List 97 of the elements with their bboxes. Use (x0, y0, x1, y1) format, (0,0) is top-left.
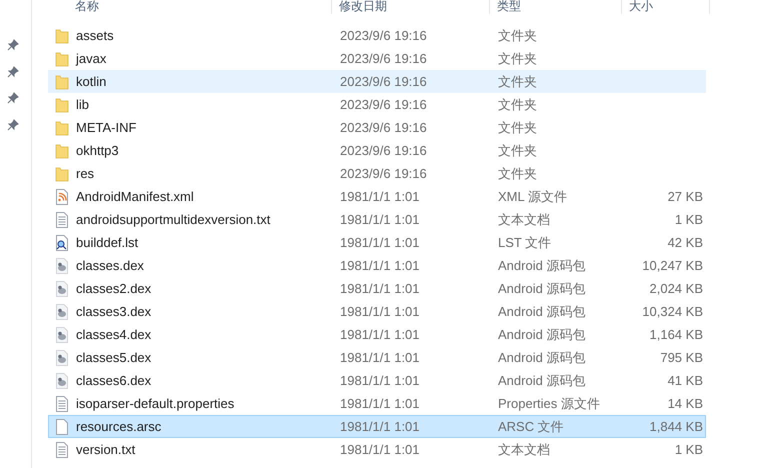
file-name: classes4.dex (76, 326, 152, 344)
file-size: 1 KB (674, 440, 703, 459)
modified-date: 1981/1/1 1:01 (339, 188, 421, 206)
modified-date: 1981/1/1 1:01 (339, 302, 421, 321)
package-document-icon (55, 280, 69, 296)
file-name: lib (76, 96, 90, 114)
folder-icon (55, 74, 69, 90)
file-name: AndroidManifest.xml (76, 188, 194, 206)
file-type: Android 源码包 (497, 348, 586, 367)
modified-date: 2023/9/6 19:16 (339, 96, 428, 114)
modified-date: 1981/1/1 1:01 (339, 418, 421, 436)
text-document-icon (55, 212, 69, 228)
date-column-header[interactable]: 修改日期 (332, 0, 490, 14)
file-size: 10,247 KB (641, 256, 703, 275)
file-name: okhttp3 (76, 142, 119, 160)
folder-icon (55, 120, 69, 136)
file-name: androidsupportmultidexversion.txt (76, 210, 270, 229)
text-document-icon (55, 442, 69, 458)
file-type: Android 源码包 (497, 372, 586, 390)
file-size: 2,024 KB (648, 280, 703, 298)
file-name: javax (76, 50, 106, 68)
file-type: 文本文档 (497, 210, 551, 229)
modified-date: 2023/9/6 19:16 (339, 26, 428, 45)
modified-date: 1981/1/1 1:01 (339, 348, 421, 367)
file-name: builddef.lst (76, 234, 138, 252)
file-name: resources.arsc (76, 418, 162, 436)
file-type: Android 源码包 (497, 256, 586, 275)
file-size: 795 KB (659, 348, 703, 367)
modified-date: 2023/9/6 19:16 (339, 50, 428, 68)
folder-icon (55, 50, 69, 66)
modified-date: 1981/1/1 1:01 (339, 326, 421, 344)
file-type: Android 源码包 (497, 280, 586, 298)
pin-icon (6, 39, 18, 51)
file-name: classes2.dex (76, 280, 152, 298)
modified-date: 2023/9/6 19:16 (339, 118, 428, 137)
file-type: 文件夹 (497, 72, 538, 91)
package-document-icon (55, 372, 69, 388)
file-size: 42 KB (666, 234, 703, 252)
package-document-icon (55, 304, 69, 320)
folder-icon (55, 28, 69, 44)
modified-date: 2023/9/6 19:16 (339, 72, 428, 91)
file-size: 1 KB (674, 210, 703, 229)
file-row[interactable]: kotlin 2023/9/6 19:16 文件夹 (48, 70, 706, 93)
modified-date: 1981/1/1 1:01 (339, 280, 421, 298)
modified-date: 1981/1/1 1:01 (339, 256, 421, 275)
modified-date: 1981/1/1 1:01 (339, 440, 421, 459)
file-type: 文件夹 (497, 96, 538, 114)
folder-icon (55, 96, 69, 112)
file-type: XML 源文件 (497, 188, 568, 206)
file-size: 10,324 KB (641, 302, 703, 321)
file-name: META-INF (76, 118, 136, 137)
modified-date: 1981/1/1 1:01 (339, 372, 421, 390)
file-type: 文件夹 (497, 118, 538, 137)
pin-icon (6, 92, 18, 104)
name-column-header[interactable]: 名称 (48, 0, 332, 14)
type-column-header[interactable]: 类型 (490, 0, 622, 14)
size-column-header[interactable]: 大小 (622, 0, 710, 14)
file-size: 1,844 KB (648, 418, 703, 436)
file-size: 41 KB (666, 372, 703, 390)
file-name: isoparser-default.properties (76, 394, 234, 413)
blank-document-icon (55, 418, 69, 434)
file-type: ARSC 文件 (497, 418, 565, 436)
file-type: 文件夹 (497, 142, 538, 160)
modified-date: 1981/1/1 1:01 (339, 210, 421, 229)
file-type: 文本文档 (497, 440, 551, 459)
file-row[interactable]: resources.arsc 1981/1/1 1:01 ARSC 文件 1,844 KB (48, 415, 706, 438)
package-document-icon (55, 350, 69, 366)
feed-document-icon (55, 188, 69, 204)
file-name: res (76, 164, 94, 183)
file-type: Android 源码包 (497, 302, 586, 321)
file-name: assets (76, 26, 114, 45)
modified-date: 2023/9/6 19:16 (339, 164, 428, 183)
file-type: Properties 源文件 (497, 394, 601, 413)
file-name: kotlin (76, 72, 106, 91)
package-document-icon (55, 326, 69, 342)
modified-date: 1981/1/1 1:01 (339, 394, 421, 413)
package-document-icon (55, 258, 69, 274)
file-name: classes5.dex (76, 348, 152, 367)
file-type: 文件夹 (497, 50, 538, 68)
file-type: LST 文件 (497, 234, 552, 252)
modified-date: 2023/9/6 19:16 (339, 142, 428, 160)
file-size: 14 KB (666, 394, 703, 413)
file-name: classes3.dex (76, 302, 152, 321)
file-type: 文件夹 (497, 26, 538, 45)
file-name: classes.dex (76, 256, 144, 275)
pin-icon (6, 66, 18, 78)
file-type: Android 源码包 (497, 326, 586, 344)
folder-icon (55, 142, 69, 158)
file-name: classes6.dex (76, 372, 152, 390)
text-document-icon (55, 396, 69, 412)
folder-icon (55, 166, 69, 182)
file-type: 文件夹 (497, 164, 538, 183)
pin-icon (6, 118, 18, 130)
modified-date: 1981/1/1 1:01 (339, 234, 421, 252)
file-name: version.txt (76, 440, 136, 459)
file-size: 27 KB (666, 188, 703, 206)
file-size: 1,164 KB (648, 326, 703, 344)
